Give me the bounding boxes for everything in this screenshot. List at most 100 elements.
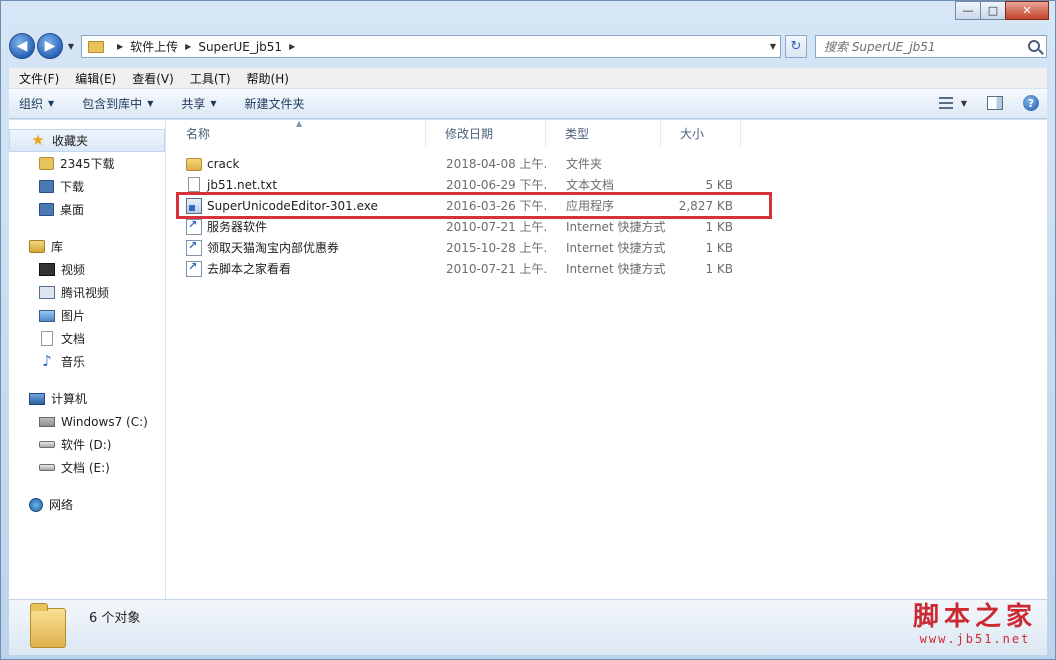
column-header-date[interactable]: 修改日期	[426, 120, 546, 147]
sidebar-item-drive-c[interactable]: Windows7 (C:)	[9, 410, 165, 433]
search-input[interactable]	[824, 39, 1034, 54]
url-shortcut-icon	[186, 260, 202, 277]
sidebar-item-label: 软件 (D:)	[61, 438, 112, 452]
downloads-folder-icon	[39, 180, 54, 193]
search-box[interactable]	[815, 35, 1047, 58]
file-row-jb51-txt[interactable]: jb51.net.txt 2010-06-29 下午... 文本文档 5 KB	[167, 174, 741, 195]
caption-buttons: — □ ✕	[955, 1, 1049, 20]
desktop-icon	[39, 203, 54, 216]
back-button[interactable]: ◀	[9, 33, 35, 59]
search-icon[interactable]	[1028, 40, 1040, 52]
breadcrumb-superue-jb51[interactable]: SuperUE_jb51	[198, 40, 282, 54]
sidebar-item-label: 视频	[61, 263, 86, 277]
folder-icon	[30, 603, 66, 648]
sidebar-item-pictures[interactable]: 图片	[9, 304, 165, 327]
file-size: 1 KB	[705, 261, 733, 276]
menu-help[interactable]: 帮助(H)	[239, 70, 297, 87]
new-folder-button[interactable]: 新建文件夹	[245, 95, 305, 112]
breadcrumb-separator-icon[interactable]: ▶	[185, 42, 191, 51]
file-name-cell: crack	[167, 156, 426, 171]
minimize-button[interactable]: —	[955, 1, 981, 20]
menu-tools[interactable]: 工具(T)	[182, 70, 239, 87]
file-name: jb51.net.txt	[207, 177, 278, 192]
file-name-cell: SuperUnicodeEditor-301.exe	[167, 197, 426, 214]
menu-view[interactable]: 查看(V)	[124, 70, 182, 87]
sidebar-item-tencent-video[interactable]: 腾讯视频	[9, 281, 165, 304]
sidebar-item-drive-d[interactable]: 软件 (D:)	[9, 433, 165, 456]
address-dropdown-icon[interactable]: ▼	[770, 42, 776, 51]
sidebar-header-libraries[interactable]: 库	[9, 235, 165, 258]
file-type: Internet 快捷方式	[566, 220, 666, 234]
sidebar-header-computer[interactable]: 计算机	[9, 387, 165, 410]
sidebar-item-downloads[interactable]: 下载	[9, 175, 165, 198]
folder-icon	[88, 40, 104, 53]
preview-pane-icon[interactable]	[987, 96, 1003, 110]
sidebar-item-music[interactable]: ♪ 音乐	[9, 350, 165, 373]
sidebar-header-favorites[interactable]: ★ 收藏夹	[9, 129, 165, 152]
chevron-down-icon: ▼	[210, 99, 217, 108]
item-count: 6 个对象	[89, 611, 141, 626]
file-date: 2016-03-26 下午...	[446, 199, 546, 213]
sidebar-item-drive-e[interactable]: 文档 (E:)	[9, 456, 165, 479]
libraries-section: 库 视频 腾讯视频 图片 文档 ♪ 音乐	[9, 235, 165, 373]
file-name: 服务器软件	[207, 220, 268, 234]
url-shortcut-icon	[186, 239, 202, 256]
sidebar-item-2345-downloads[interactable]: 2345下载	[9, 152, 165, 175]
file-type: 文本文档	[566, 178, 615, 192]
sidebar-item-videos[interactable]: 视频	[9, 258, 165, 281]
column-header-name[interactable]: 名称 ▲	[167, 119, 426, 147]
view-controls: ▼ ?	[938, 95, 1039, 111]
file-row-crack[interactable]: crack 2018-04-08 上午... 文件夹	[167, 153, 741, 174]
file-type: 文件夹	[566, 157, 603, 171]
column-header-size[interactable]: 大小	[661, 120, 741, 147]
menu-file[interactable]: 文件(F)	[11, 70, 67, 87]
file-date: 2010-07-21 上午...	[446, 262, 546, 276]
file-size: 5 KB	[705, 177, 733, 192]
details-pane: 6 个对象 脚本之家 www.jb51.net	[9, 599, 1047, 655]
help-icon[interactable]: ?	[1023, 95, 1039, 111]
text-file-icon	[188, 177, 200, 192]
address-bar[interactable]: ▶ 软件上传 ▶ SuperUE_jb51 ▶ ▼	[81, 35, 781, 58]
file-type: 应用程序	[566, 199, 615, 213]
content-area: ★ 收藏夹 2345下载 下载 桌面 库 视频 腾讯视频 图片 文档 ♪ 音乐 …	[9, 119, 1047, 599]
navigation-bar: ◀ ▶ ▼ ▶ 软件上传 ▶ SuperUE_jb51 ▶ ▼ ↻	[9, 31, 1047, 61]
tencent-video-icon	[39, 286, 55, 299]
breadcrumb-separator-icon[interactable]: ▶	[117, 42, 123, 51]
watermark: 脚本之家 www.jb51.net	[913, 602, 1037, 646]
column-header-type[interactable]: 类型	[546, 120, 661, 147]
column-headers: 名称 ▲ 修改日期 类型 大小	[167, 119, 741, 147]
recent-pages-dropdown[interactable]: ▼	[65, 42, 77, 51]
file-row-superunicodeeditor-exe[interactable]: SuperUnicodeEditor-301.exe 2016-03-26 下午…	[167, 195, 741, 216]
organize-button[interactable]: 组织 ▼	[19, 95, 54, 112]
sidebar-item-label: 图片	[61, 309, 86, 323]
watermark-title: 脚本之家	[912, 602, 1037, 632]
breadcrumb-separator-icon[interactable]: ▶	[289, 42, 295, 51]
system-drive-icon	[39, 416, 55, 427]
refresh-button[interactable]: ↻	[785, 35, 807, 58]
file-row-tmall-coupon[interactable]: 领取天猫淘宝内部优惠券 2015-10-28 上午... Internet 快捷…	[167, 237, 741, 258]
menu-edit[interactable]: 编辑(E)	[67, 70, 124, 87]
file-size: 1 KB	[705, 240, 733, 255]
view-dropdown-icon[interactable]: ▼	[961, 99, 967, 108]
sidebar-item-desktop[interactable]: 桌面	[9, 198, 165, 221]
file-name: 领取天猫淘宝内部优惠券	[207, 241, 340, 255]
file-row-server-software[interactable]: 服务器软件 2010-07-21 上午... Internet 快捷方式 1 K…	[167, 216, 741, 237]
include-in-library-button[interactable]: 包含到库中 ▼	[82, 95, 153, 112]
chevron-down-icon: ▼	[48, 99, 55, 108]
breadcrumb-software-upload[interactable]: 软件上传	[130, 38, 178, 55]
maximize-button[interactable]: □	[980, 1, 1006, 20]
sidebar-item-documents[interactable]: 文档	[9, 327, 165, 350]
file-row-visit-jb51[interactable]: 去脚本之家看看 2010-07-21 上午... Internet 快捷方式 1…	[167, 258, 741, 279]
file-type: Internet 快捷方式	[566, 241, 666, 255]
file-name: SuperUnicodeEditor-301.exe	[207, 198, 378, 213]
view-options-icon[interactable]	[938, 97, 953, 109]
network-section: 网络	[9, 493, 165, 516]
column-header-label: 修改日期	[445, 127, 494, 141]
forward-button[interactable]: ▶	[37, 33, 63, 59]
share-button[interactable]: 共享 ▼	[181, 95, 216, 112]
sidebar-header-network[interactable]: 网络	[9, 493, 165, 516]
file-type: Internet 快捷方式	[566, 262, 666, 276]
favorites-section: ★ 收藏夹 2345下载 下载 桌面	[9, 129, 165, 221]
explorer-window: — □ ✕ ◀ ▶ ▼ ▶ 软件上传 ▶ SuperUE_jb51 ▶ ▼ ↻ …	[0, 0, 1056, 660]
close-button[interactable]: ✕	[1005, 1, 1049, 20]
